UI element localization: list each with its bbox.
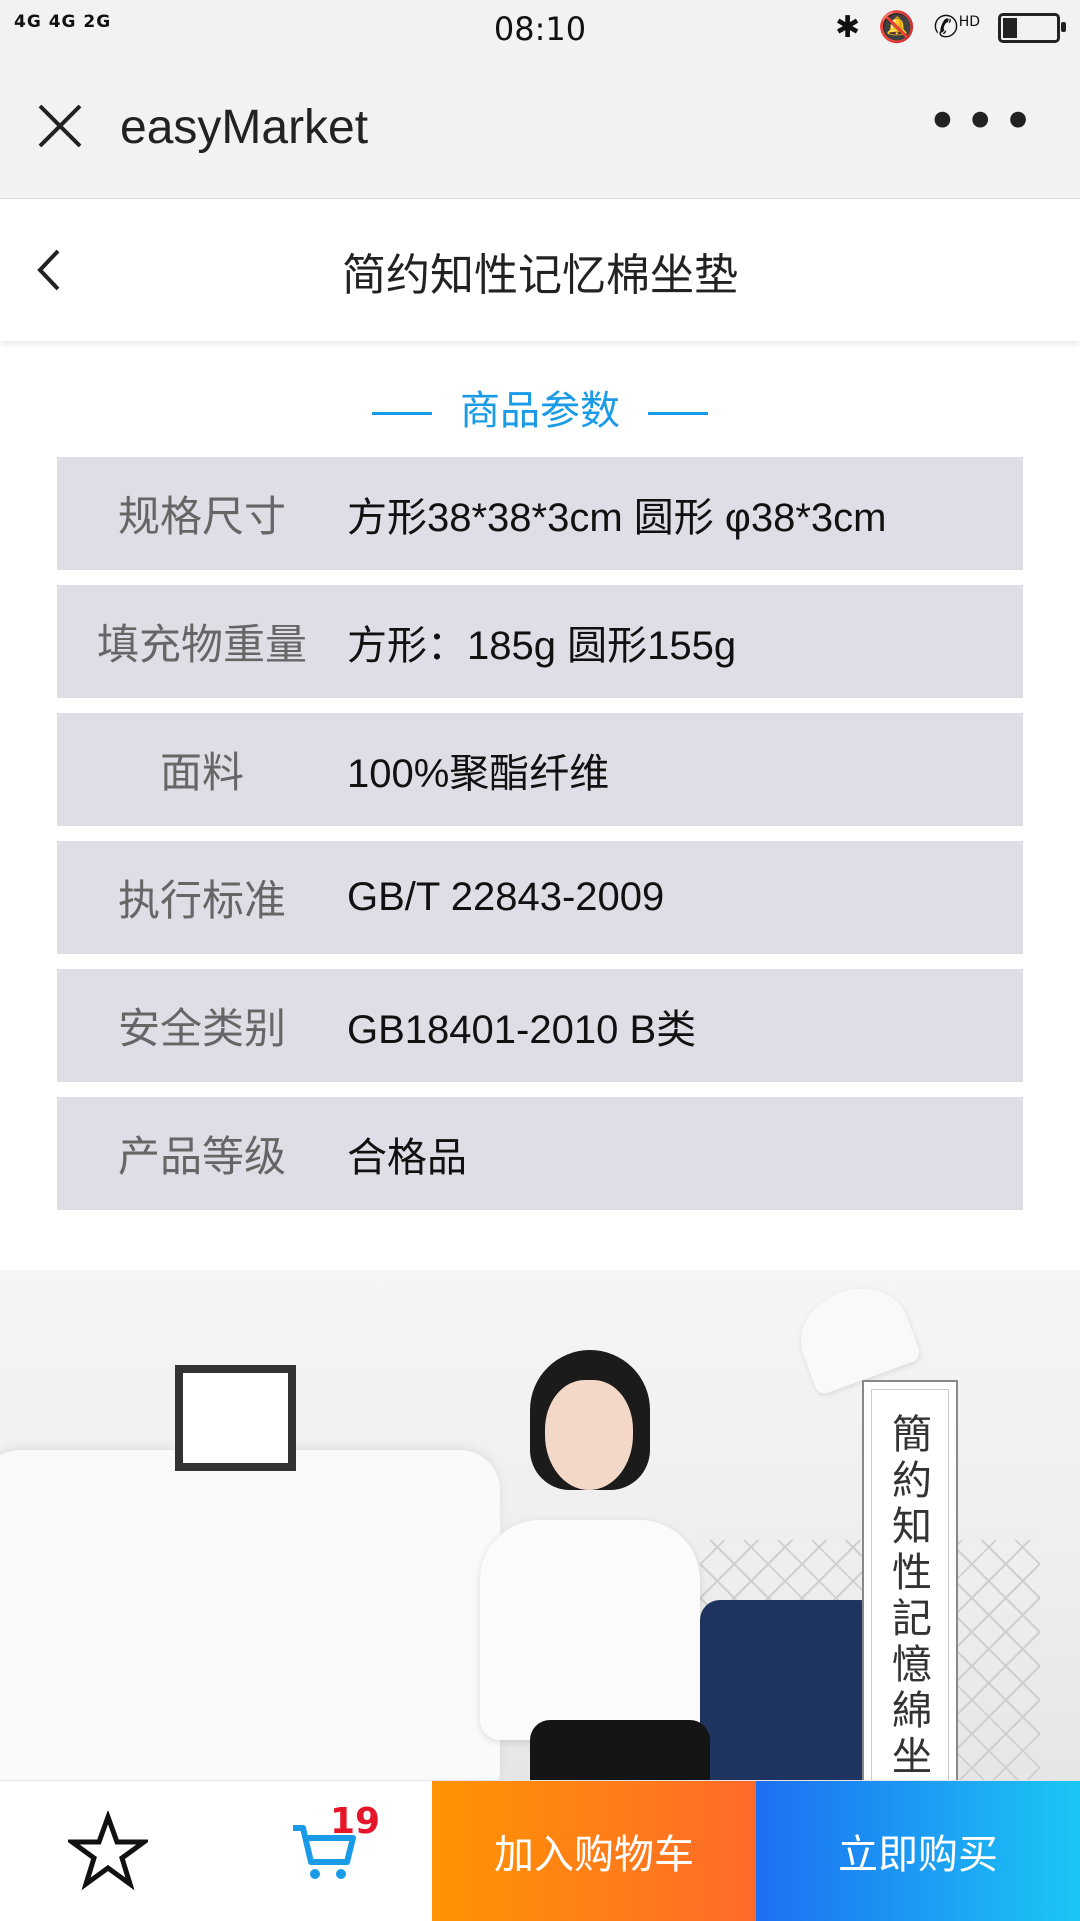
app-title: easyMarket: [120, 101, 369, 154]
cart-count-badge: 19: [330, 1801, 381, 1842]
param-label: 安全类别: [117, 1004, 286, 1053]
param-value: 100%聚酯纤维: [347, 751, 610, 796]
picture-frame-shape: [175, 1365, 296, 1471]
param-value: 方形：185g 圆形155g: [347, 623, 737, 668]
bed-shape: [0, 1450, 500, 1780]
lamp-shape: [787, 1273, 923, 1397]
divider-right: [648, 411, 708, 415]
param-row: 规格尺寸 方形38*38*3cm 圆形 φ38*3cm: [57, 457, 1023, 570]
params-table: 规格尺寸 方形38*38*3cm 圆形 φ38*3cm 填充物重量 方形：185…: [57, 457, 1023, 1225]
model-figure: [460, 1350, 720, 1780]
page-title: 简约知性记忆棉坐垫: [342, 250, 738, 301]
hd-call-icon: ✆HD: [933, 10, 980, 45]
bell-muted-icon: 🔕: [878, 10, 916, 45]
bluetooth-icon: ✱: [835, 10, 861, 45]
param-label: 规格尺寸: [117, 492, 286, 541]
status-bar: 4G 4G 2G 08:10 ✱ 🔕 ✆HD: [0, 0, 1080, 60]
param-row: 产品等级 合格品: [57, 1097, 1023, 1210]
param-row: 执行标准 GB/T 22843-2009: [57, 841, 1023, 954]
param-value: 合格品: [347, 1135, 467, 1180]
buy-now-button[interactable]: 立即购买: [756, 1781, 1080, 1921]
param-label: 执行标准: [117, 876, 286, 925]
param-label: 面料: [159, 748, 244, 797]
model-shorts: [530, 1720, 710, 1780]
param-value: 方形38*38*3cm 圆形 φ38*3cm: [347, 495, 887, 540]
star-icon: [68, 1811, 148, 1891]
app-header: easyMarket •••: [0, 60, 1080, 199]
param-row: 填充物重量 方形：185g 圆形155g: [57, 585, 1023, 698]
model-face: [545, 1380, 633, 1490]
add-to-cart-button[interactable]: 加入购物车: [432, 1781, 756, 1921]
param-row: 面料 100%聚酯纤维: [57, 713, 1023, 826]
param-label: 填充物重量: [96, 620, 307, 669]
cart-button[interactable]: 19: [216, 1781, 432, 1921]
battery-icon: [998, 12, 1066, 43]
product-photo: 簡約知性記憶綿坐: [0, 1270, 1080, 1780]
param-label: 产品等级: [117, 1132, 286, 1181]
buy-now-label: 立即购买: [838, 1832, 998, 1878]
model-shirt: [480, 1520, 700, 1740]
section-title: 商品参数: [460, 388, 620, 434]
param-value: GB18401-2010 B类: [347, 1007, 697, 1052]
section-header: 商品参数: [0, 378, 1080, 436]
product-caption: 簡約知性記憶綿坐: [862, 1380, 958, 1780]
bottom-action-bar: 19 加入购物车 立即购买: [0, 1780, 1080, 1921]
hd-call-label: HD: [958, 14, 980, 30]
add-to-cart-label: 加入购物车: [494, 1832, 694, 1878]
cushion-shape: [700, 1600, 880, 1780]
close-icon[interactable]: [30, 96, 90, 156]
more-menu-icon[interactable]: •••: [926, 95, 1040, 149]
divider-left: [372, 411, 432, 415]
param-row: 安全类别 GB18401-2010 B类: [57, 969, 1023, 1082]
page-nav: 简约知性记忆棉坐垫: [0, 199, 1080, 341]
battery-fill: [1003, 17, 1017, 38]
param-value: GB/T 22843-2009: [347, 875, 665, 919]
status-icons: ✱ 🔕 ✆HD: [835, 10, 1066, 45]
favorite-button[interactable]: [0, 1781, 216, 1921]
